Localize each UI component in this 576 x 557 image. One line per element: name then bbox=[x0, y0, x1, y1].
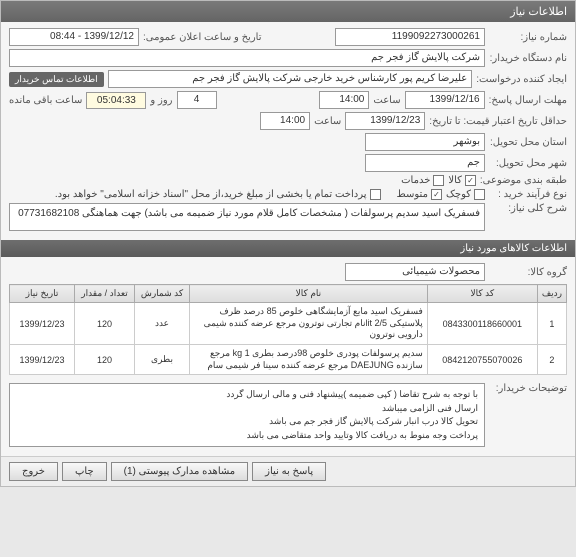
answer-button[interactable]: پاسخ به نیاز bbox=[252, 462, 326, 481]
checkbox-treasury[interactable] bbox=[370, 189, 381, 200]
cell-name: فسفریک اسید مایع آزمایشگاهی خلوص 85 درصد… bbox=[190, 303, 428, 345]
deadline-time-field: 14:00 bbox=[319, 91, 369, 109]
validity-time-field: 14:00 bbox=[260, 112, 310, 130]
cell-code: 0842120755070026 bbox=[427, 345, 537, 375]
cell-qty: 120 bbox=[75, 303, 135, 345]
col-qty: تعداد / مقدار bbox=[75, 285, 135, 303]
province-label: استان محل تحویل: bbox=[489, 137, 567, 148]
process-label: نوع فرآیند خرید : bbox=[489, 189, 567, 200]
cell-unit: بطری bbox=[135, 345, 190, 375]
items-table: ردیف کد کالا نام کالا کد شمارش تعداد / م… bbox=[9, 284, 567, 375]
cell-date: 1399/12/23 bbox=[10, 345, 75, 375]
col-idx: ردیف bbox=[537, 285, 566, 303]
subject-label: شرح کلی نیاز: bbox=[489, 203, 567, 214]
button-bar: پاسخ به نیاز مشاهده مدارک پیوستی (1) چاپ… bbox=[1, 456, 575, 486]
budget-label: طبقه بندی موضوعی: bbox=[480, 175, 567, 186]
deadline-label: مهلت ارسال پاسخ: bbox=[489, 95, 567, 106]
panel-title: اطلاعات نیاز bbox=[1, 1, 575, 22]
validity-label: حداقل تاریخ اعتبار قیمت: تا تاریخ: bbox=[429, 116, 567, 127]
col-date: تاریخ نیاز bbox=[10, 285, 75, 303]
creator-field: علیرضا کریم پور کارشناس خرید خارجی شرکت … bbox=[108, 70, 473, 88]
chk-kala-wrap: ✓ کالا bbox=[448, 175, 476, 186]
chk-kala-label: کالا bbox=[448, 175, 462, 186]
cell-code: 0843300118660001 bbox=[427, 303, 537, 345]
chk-khadamat-wrap: خدمات bbox=[401, 175, 444, 186]
buyer-org-field: شرکت پالایش گاز فجر جم bbox=[9, 49, 485, 67]
time-label-1: ساعت bbox=[373, 95, 400, 106]
cell-idx: 2 bbox=[537, 345, 566, 375]
group-label: گروه کالا: bbox=[489, 267, 567, 278]
creator-label: ایجاد کننده درخواست: bbox=[476, 74, 567, 85]
checkbox-khadamat[interactable] bbox=[433, 175, 444, 186]
col-code: کد کالا bbox=[427, 285, 537, 303]
col-name: نام کالا bbox=[190, 285, 428, 303]
checkbox-small[interactable] bbox=[474, 189, 485, 200]
items-section-title: اطلاعات کالاهای مورد نیاز bbox=[1, 240, 575, 257]
cell-idx: 1 bbox=[537, 303, 566, 345]
contact-badge[interactable]: اطلاعات تماس خریدار bbox=[9, 72, 104, 87]
announce-label: تاریخ و ساعت اعلان عمومی: bbox=[143, 32, 262, 43]
city-field: جم bbox=[365, 154, 485, 172]
cell-name: سدیم پرسولفات پودری خلوص 98درصد بطری kg … bbox=[190, 345, 428, 375]
print-button[interactable]: چاپ bbox=[62, 462, 107, 481]
exit-button[interactable]: خروج bbox=[9, 462, 58, 481]
announce-field: 1399/12/12 - 08:44 bbox=[9, 28, 139, 46]
checkbox-kala[interactable]: ✓ bbox=[465, 175, 476, 186]
chk-medium-wrap: ✓ متوسط bbox=[397, 189, 442, 200]
buyer-notes: با توجه به شرح تقاضا ( کپی ضمیمه )پیشنها… bbox=[9, 383, 485, 447]
checkbox-medium[interactable]: ✓ bbox=[431, 189, 442, 200]
group-field: محصولات شیمیائی bbox=[345, 263, 485, 281]
need-no-label: شماره نیاز: bbox=[489, 32, 567, 43]
chk-small-wrap: کوچک bbox=[446, 189, 485, 200]
need-no-field: 1199092273000261 bbox=[335, 28, 485, 46]
chk-treasury-wrap: پرداخت تمام یا بخشی از مبلغ خرید،از محل … bbox=[55, 189, 381, 200]
province-field: بوشهر bbox=[365, 133, 485, 151]
cell-date: 1399/12/23 bbox=[10, 303, 75, 345]
table-row[interactable]: 1 0843300118660001 فسفریک اسید مایع آزما… bbox=[10, 303, 567, 345]
attachments-button[interactable]: مشاهده مدارک پیوستی (1) bbox=[111, 462, 249, 481]
chk-medium-label: متوسط bbox=[397, 189, 428, 200]
chk-small-label: کوچک bbox=[446, 189, 471, 200]
subject-field: فسفریک اسید سدیم پرسولفات ( مشخصات کامل … bbox=[9, 203, 485, 231]
days-field: 4 bbox=[177, 91, 217, 109]
cell-qty: 120 bbox=[75, 345, 135, 375]
deadline-date-field: 1399/12/16 bbox=[405, 91, 485, 109]
timer-label: ساعت باقی مانده bbox=[9, 95, 82, 106]
chk-khadamat-label: خدمات bbox=[401, 175, 430, 186]
days-label: روز و bbox=[150, 95, 172, 106]
col-unit: کد شمارش bbox=[135, 285, 190, 303]
process-note: پرداخت تمام یا بخشی از مبلغ خرید،از محل … bbox=[55, 189, 367, 200]
validity-date-field: 1399/12/23 bbox=[345, 112, 425, 130]
time-label-2: ساعت bbox=[314, 116, 341, 127]
table-row[interactable]: 2 0842120755070026 سدیم پرسولفات پودری خ… bbox=[10, 345, 567, 375]
buyer-org-label: نام دستگاه خریدار: bbox=[489, 53, 567, 64]
notes-label: توضیحات خریدار: bbox=[489, 383, 567, 394]
city-label: شهر محل تحویل: bbox=[489, 158, 567, 169]
cell-unit: عدد bbox=[135, 303, 190, 345]
countdown-timer: 05:04:33 bbox=[86, 92, 146, 109]
